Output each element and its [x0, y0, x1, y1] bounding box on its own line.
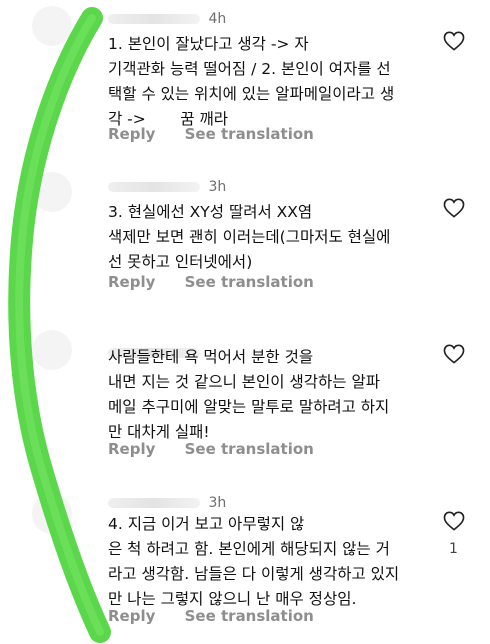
comment-text: 4. 지금 이거 보고 아무렇지 않 은 척 하려고 함. 본인에게 해당되지 … — [108, 515, 400, 608]
reply-button[interactable]: Reply — [108, 607, 155, 625]
comment-text: 1. 본인이 잘났다고 생각 -> 자 기객관화 능력 떨어짐 / 2. 본인이… — [108, 35, 395, 128]
heart-outline-icon[interactable] — [443, 511, 465, 531]
comment-actions: Reply See translation — [108, 124, 338, 144]
comment-actions: Reply See translation — [108, 606, 338, 626]
comment-text: 3. 현실에선 XY성 딸려서 XX염 색제만 보면 괜히 이러는데(그마저도 … — [108, 203, 391, 271]
comment-time: 3h — [208, 495, 227, 511]
comment-time: 4h — [208, 11, 227, 27]
see-translation-button[interactable]: See translation — [185, 125, 314, 143]
avatar[interactable] — [32, 172, 72, 212]
see-translation-button[interactable]: See translation — [185, 607, 314, 625]
avatar[interactable] — [32, 494, 72, 534]
heart-outline-icon[interactable] — [443, 198, 465, 218]
username-redacted[interactable] — [108, 182, 200, 192]
avatar[interactable] — [32, 6, 72, 46]
reply-button[interactable]: Reply — [108, 125, 155, 143]
avatar[interactable] — [32, 330, 72, 370]
reply-button[interactable]: Reply — [108, 440, 155, 458]
comment-text: 사람들한테 욕 먹어서 분한 것을 내면 지는 것 같으니 본인이 생각하는 알… — [108, 348, 390, 441]
comment-meta: 3h — [108, 178, 226, 196]
comment-actions: Reply See translation — [108, 272, 338, 292]
username-redacted[interactable] — [108, 498, 200, 508]
heart-outline-icon[interactable] — [443, 31, 465, 51]
comment-meta: 3h — [108, 494, 226, 512]
like-count: 1 — [449, 541, 458, 557]
comment-meta: 4h — [108, 10, 226, 28]
comment-time: 3h — [208, 179, 227, 195]
reply-button[interactable]: Reply — [108, 273, 155, 291]
see-translation-button[interactable]: See translation — [185, 440, 314, 458]
see-translation-button[interactable]: See translation — [185, 273, 314, 291]
comment-actions: Reply See translation — [108, 439, 338, 459]
heart-outline-icon[interactable] — [443, 344, 465, 364]
username-redacted[interactable] — [108, 14, 200, 24]
